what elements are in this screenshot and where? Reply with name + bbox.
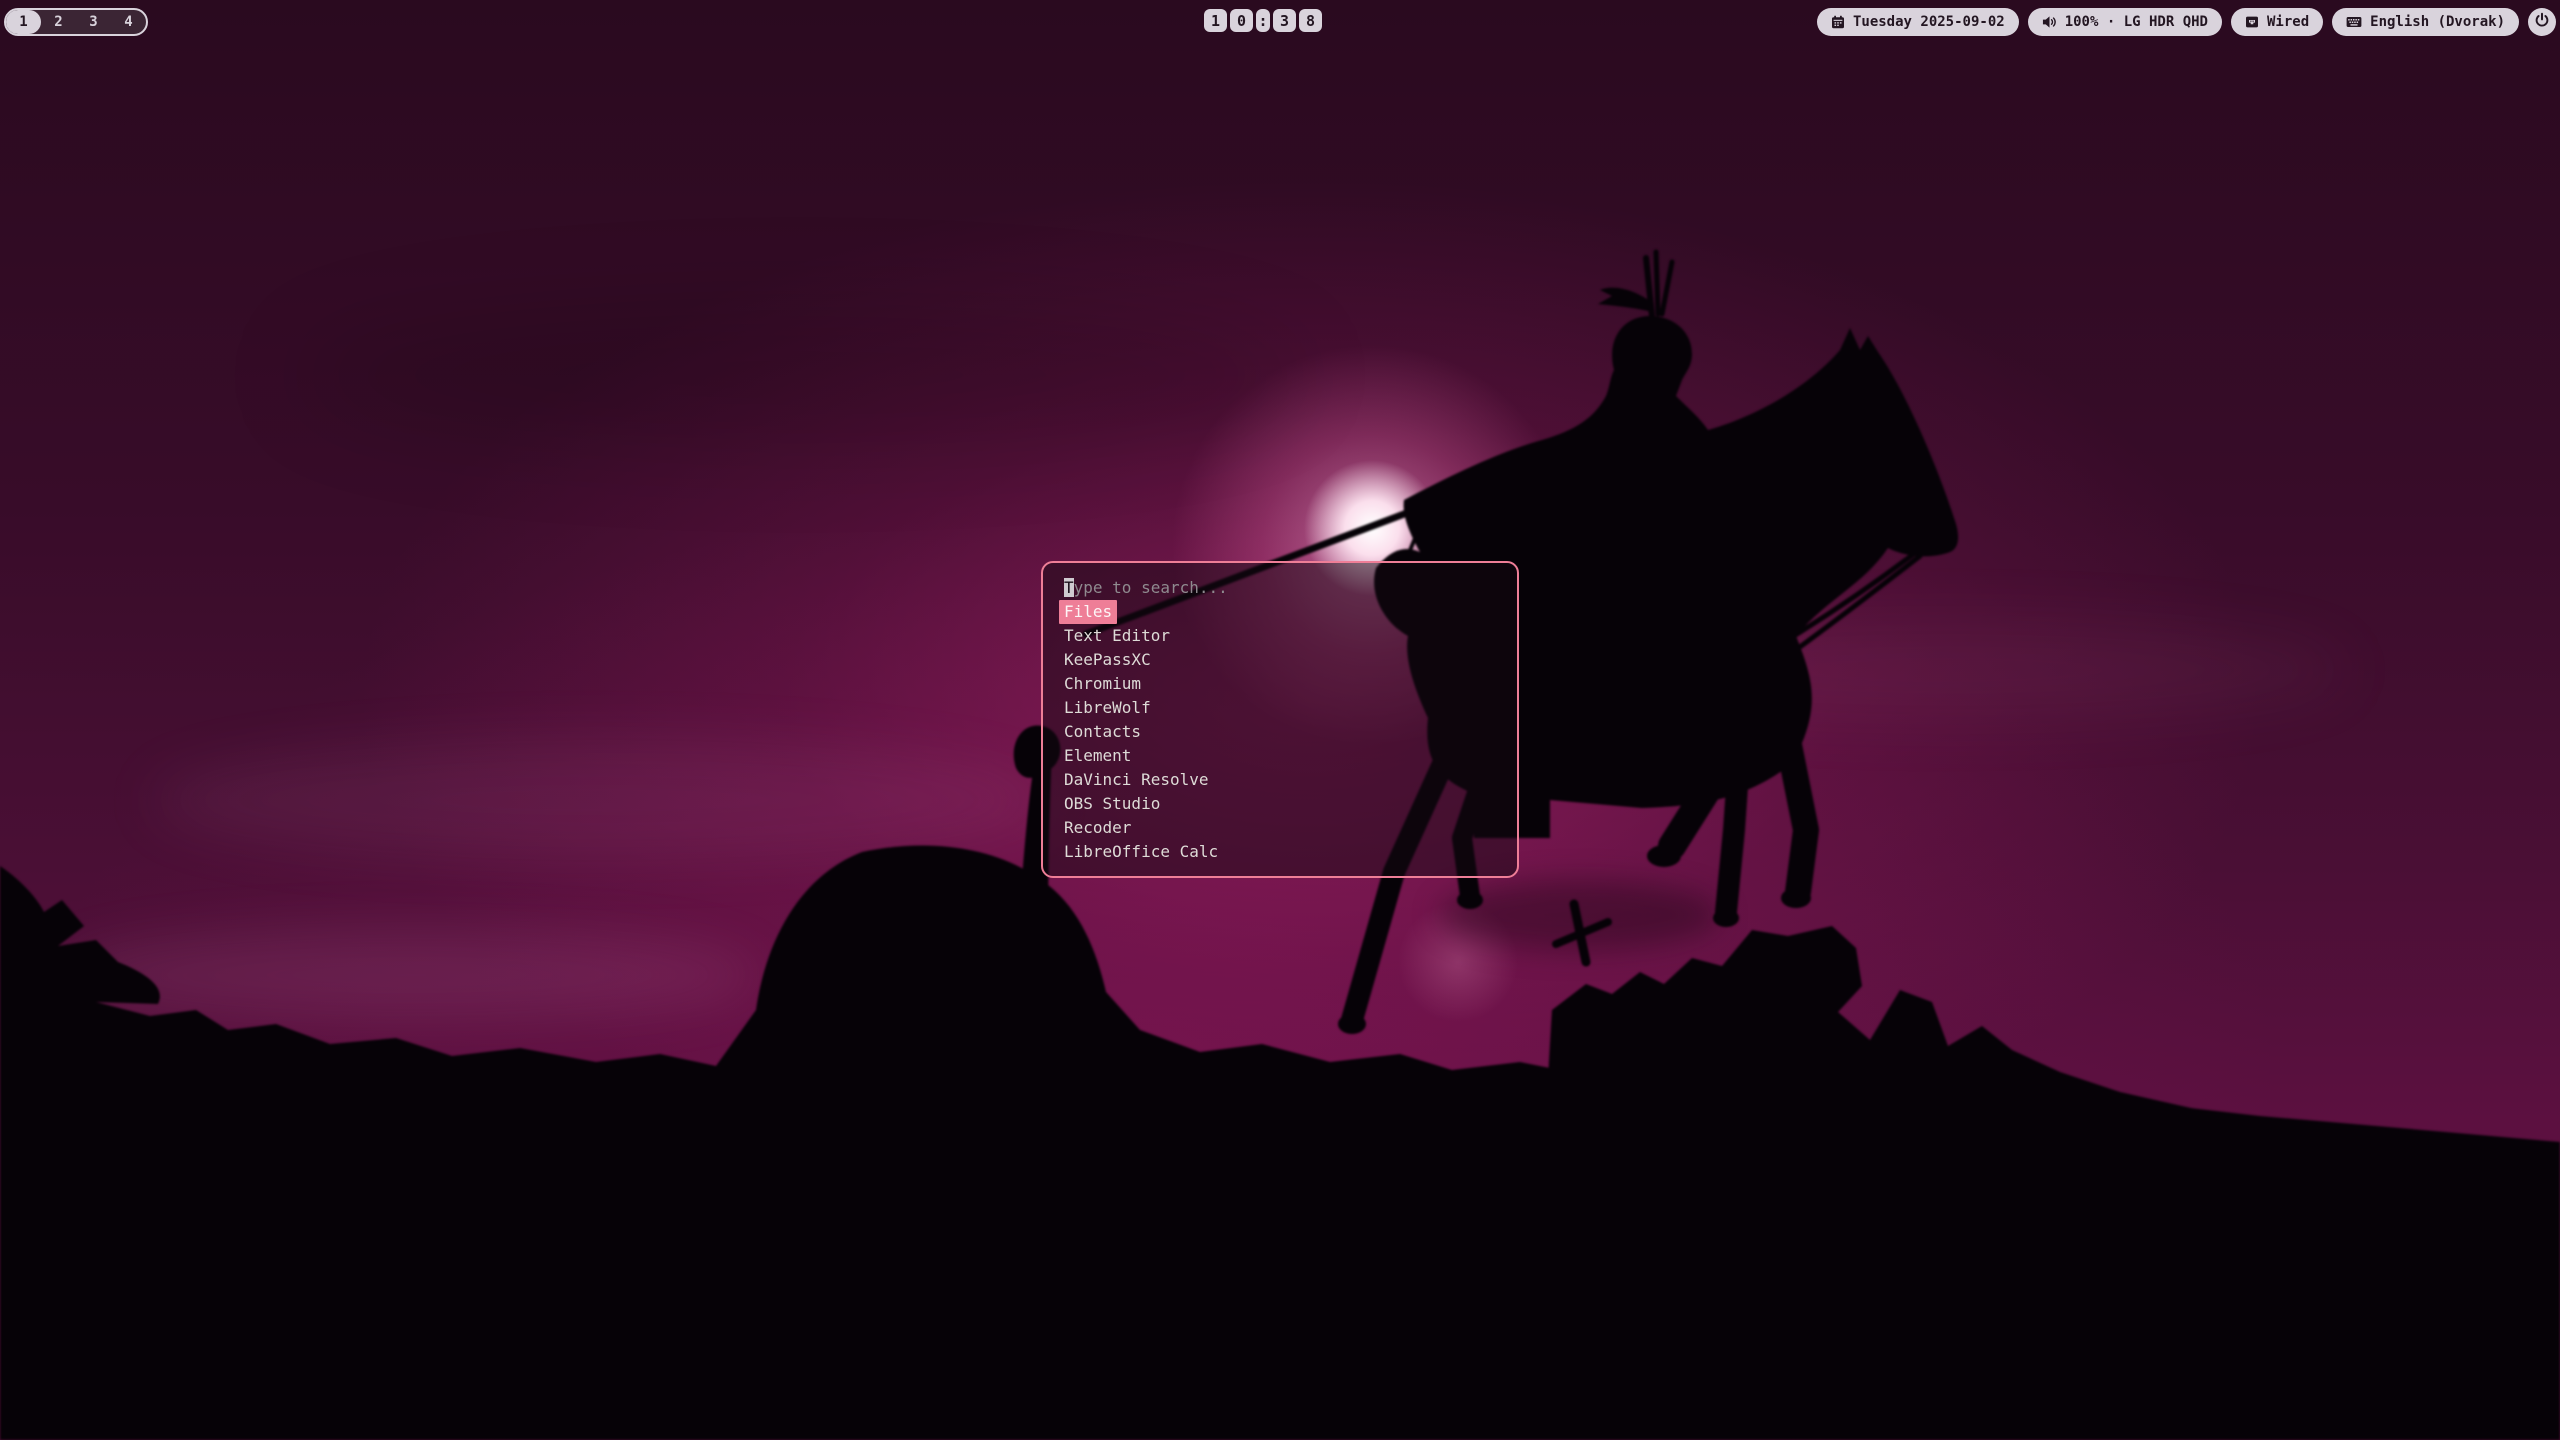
search-placeholder: ype to search... xyxy=(1074,578,1228,597)
top-bar: 1 2 3 4 1 0 : 3 8 xyxy=(0,0,2560,44)
launcher-item-keepassxc[interactable]: KeePassXC xyxy=(1064,648,1499,672)
app-launcher: Type to search... Files Text Editor KeeP… xyxy=(1041,561,1519,878)
launcher-item-chromium[interactable]: Chromium xyxy=(1064,672,1499,696)
power-button[interactable] xyxy=(2528,8,2556,36)
launcher-item-files[interactable]: Files xyxy=(1064,600,1499,624)
launcher-item-librewolf[interactable]: LibreWolf xyxy=(1064,696,1499,720)
search-input[interactable]: Type to search... xyxy=(1064,576,1499,600)
date-label: Tuesday 2025-09-02 xyxy=(1853,14,2005,30)
clock-colon: : xyxy=(1256,9,1270,32)
clock-digit: 1 xyxy=(1204,9,1227,32)
launcher-item-recoder[interactable]: Recoder xyxy=(1064,816,1499,840)
launcher-item-libreoffice-calc[interactable]: LibreOffice Calc xyxy=(1064,840,1499,864)
launcher-item-text-editor[interactable]: Text Editor xyxy=(1064,624,1499,648)
text-cursor: T xyxy=(1064,578,1074,597)
status-tray: Tuesday 2025-09-02 100% · LG HDR QHD xyxy=(1817,8,2556,36)
ethernet-icon xyxy=(2245,15,2259,29)
workspace-button-1[interactable]: 1 xyxy=(6,10,41,34)
launcher-item-obs-studio[interactable]: OBS Studio xyxy=(1064,792,1499,816)
clock-digit: 3 xyxy=(1273,9,1296,32)
launcher-item-davinci-resolve[interactable]: DaVinci Resolve xyxy=(1064,768,1499,792)
clock-digit: 8 xyxy=(1299,9,1322,32)
workspace-switcher: 1 2 3 4 xyxy=(4,8,148,36)
network-label: Wired xyxy=(2267,14,2309,30)
workspace-button-2[interactable]: 2 xyxy=(41,10,76,34)
keyboard-layout-label: English (Dvorak) xyxy=(2370,14,2505,30)
speaker-icon xyxy=(2042,15,2057,29)
launcher-item-element[interactable]: Element xyxy=(1064,744,1499,768)
keyboard-icon xyxy=(2346,16,2362,28)
calendar-icon xyxy=(1831,15,1845,29)
keyboard-layout-pill[interactable]: English (Dvorak) xyxy=(2332,8,2519,36)
volume-pill[interactable]: 100% · LG HDR QHD xyxy=(2028,8,2222,36)
workspace-button-3[interactable]: 3 xyxy=(76,10,111,34)
volume-label: 100% · LG HDR QHD xyxy=(2065,14,2208,30)
network-pill[interactable]: Wired xyxy=(2231,8,2323,36)
clock-widget[interactable]: 1 0 : 3 8 xyxy=(1204,9,1322,32)
launcher-item-contacts[interactable]: Contacts xyxy=(1064,720,1499,744)
power-icon xyxy=(2534,12,2550,32)
workspace-button-4[interactable]: 4 xyxy=(111,10,146,34)
clock-digit: 0 xyxy=(1230,9,1253,32)
date-pill[interactable]: Tuesday 2025-09-02 xyxy=(1817,8,2019,36)
